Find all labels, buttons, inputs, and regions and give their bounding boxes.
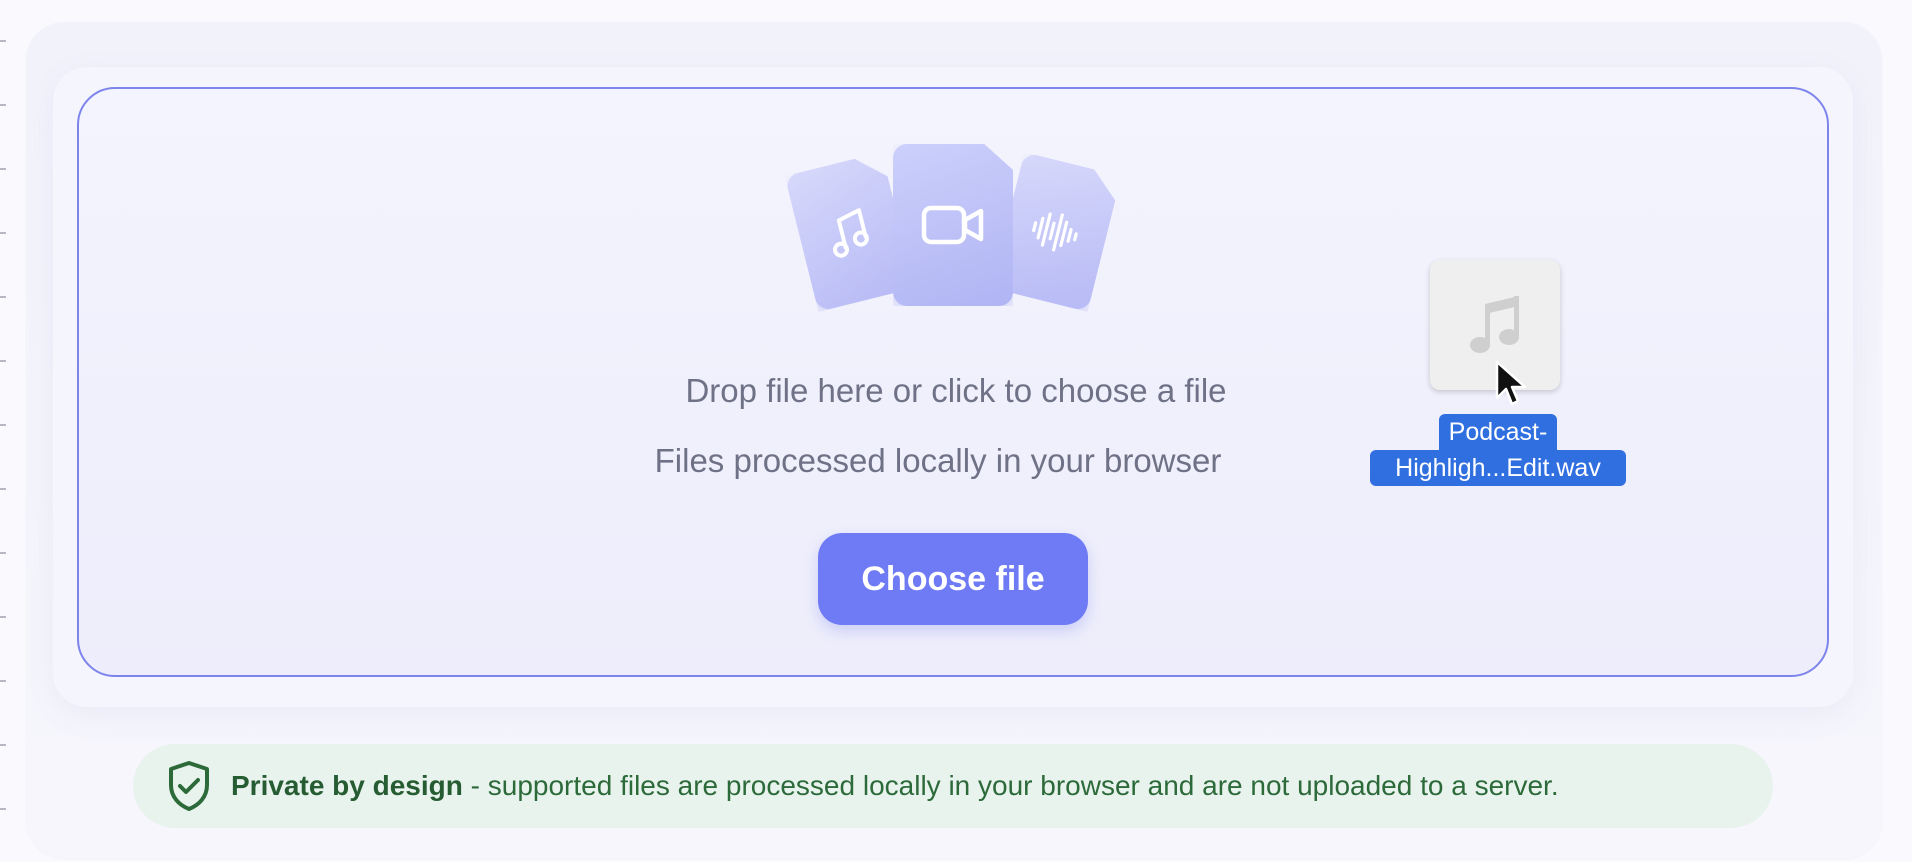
music-note-icon [1470, 296, 1519, 353]
dragged-file-name-line2: Highligh...Edit.wav [1370, 450, 1626, 486]
video-file-card [893, 144, 1013, 306]
mouse-pointer-icon [1495, 360, 1527, 406]
dragged-file-name: Podcast- Highligh...Edit.wav [1368, 414, 1628, 486]
privacy-notice: Private by design - supported files are … [133, 744, 1773, 828]
file-types-illustration [788, 140, 1118, 310]
choose-file-button[interactable]: Choose file [818, 533, 1088, 625]
privacy-description: - supported files are processed locally … [462, 770, 1559, 801]
audio-waveform-icon [1024, 204, 1089, 260]
page: Drop file here or click to choose a file… [0, 0, 1912, 862]
privacy-message: Private by design - supported files are … [231, 770, 1559, 802]
shield-check-icon [169, 761, 209, 811]
music-note-icon [820, 201, 879, 263]
privacy-title: Private by design [231, 770, 463, 801]
dragged-file-name-line1: Podcast- [1438, 414, 1558, 450]
video-camera-icon [921, 205, 984, 245]
window-edge [0, 0, 6, 862]
